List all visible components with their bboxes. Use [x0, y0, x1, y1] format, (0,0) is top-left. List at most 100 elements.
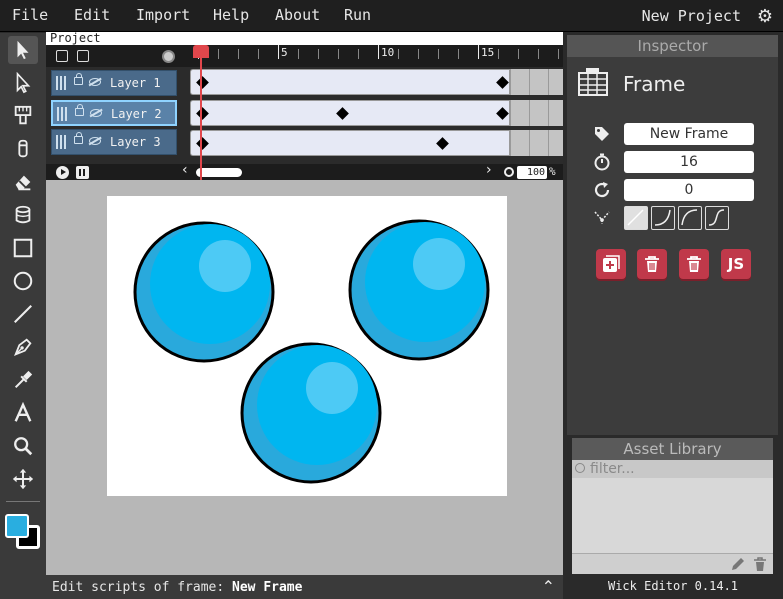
- circle-shape[interactable]: [348, 219, 490, 361]
- edit-scripts-button[interactable]: JS: [721, 249, 751, 279]
- delete-layer-button[interactable]: [77, 50, 89, 62]
- keyframe[interactable]: [336, 107, 349, 120]
- eraser-tool[interactable]: [8, 168, 38, 196]
- menu-run[interactable]: Run: [344, 6, 371, 24]
- rotate-icon: [594, 182, 610, 198]
- add-frame-button[interactable]: [596, 249, 626, 279]
- frame-span[interactable]: [190, 100, 510, 126]
- frame-name-field[interactable]: New Frame: [624, 123, 754, 145]
- menu-file[interactable]: File: [12, 6, 48, 24]
- delete-frame-button[interactable]: [637, 249, 667, 279]
- hide-eye-icon[interactable]: [89, 137, 101, 145]
- delete-button[interactable]: [679, 249, 709, 279]
- frame-track-1[interactable]: [190, 69, 563, 95]
- hide-eye-icon[interactable]: [90, 109, 102, 117]
- scroll-right-icon[interactable]: ›: [486, 162, 492, 178]
- ease-linear-button[interactable]: [624, 206, 648, 230]
- pencil-icon: [18, 139, 28, 158]
- asset-filter-input[interactable]: [590, 461, 768, 477]
- hide-eye-icon[interactable]: [89, 78, 101, 86]
- keyframe[interactable]: [436, 137, 449, 150]
- drag-handle-icon[interactable]: [56, 76, 66, 90]
- ruler-tick: [538, 49, 539, 59]
- frame-duration-field[interactable]: 16: [624, 151, 754, 173]
- circle-shape[interactable]: [240, 342, 382, 484]
- canvas-area[interactable]: [46, 180, 563, 575]
- zoom-tool[interactable]: [8, 432, 38, 460]
- empty-frames[interactable]: [510, 69, 563, 95]
- text-tool[interactable]: [8, 399, 38, 427]
- pan-tool[interactable]: [8, 465, 38, 493]
- frame-track-3[interactable]: [190, 130, 563, 156]
- rectangle-icon: [13, 238, 33, 258]
- drag-handle-icon[interactable]: [57, 107, 67, 121]
- breadcrumb-project[interactable]: Project: [50, 31, 101, 45]
- breadcrumb[interactable]: Project: [46, 31, 563, 45]
- ease-linear-icon: [627, 209, 644, 226]
- layer-row-1[interactable]: Layer 1: [51, 70, 177, 96]
- fill-bucket-tool[interactable]: [8, 201, 38, 229]
- drag-handle-icon[interactable]: [56, 135, 66, 149]
- gear-icon[interactable]: ⚙: [757, 6, 773, 27]
- scroll-left-icon[interactable]: ‹: [182, 162, 188, 178]
- frame-track-2[interactable]: [190, 100, 563, 126]
- path-cursor-tool[interactable]: [8, 69, 38, 97]
- pen-tool[interactable]: [8, 333, 38, 361]
- stage-drawing[interactable]: [107, 196, 507, 496]
- menu-edit[interactable]: Edit: [74, 6, 110, 24]
- selection-type: Frame: [623, 72, 686, 96]
- fill-color-swatch[interactable]: [5, 514, 29, 538]
- ruler-tick: [318, 49, 319, 59]
- ease-out-button[interactable]: [678, 206, 702, 230]
- trash-icon[interactable]: [753, 557, 767, 572]
- onion-skin-icon[interactable]: [162, 50, 175, 63]
- horizontal-scrollbar-thumb[interactable]: [196, 168, 242, 177]
- pause-icon[interactable]: [76, 166, 89, 179]
- playhead[interactable]: [200, 45, 202, 180]
- menu-help[interactable]: Help: [213, 6, 249, 24]
- menu-import[interactable]: Import: [136, 6, 190, 24]
- layer-row-3[interactable]: Layer 3: [51, 129, 177, 155]
- ease-in-button[interactable]: [651, 206, 675, 230]
- stage[interactable]: [107, 196, 507, 496]
- eyedropper-icon: [14, 370, 33, 389]
- frame-span[interactable]: [190, 69, 510, 95]
- ellipse-tool[interactable]: [8, 267, 38, 295]
- keyframe[interactable]: [496, 107, 509, 120]
- frame-ruler[interactable]: 5 10 15: [190, 45, 563, 67]
- rotation-field[interactable]: 0: [624, 179, 754, 201]
- cursor-tool[interactable]: [8, 36, 38, 64]
- keyframe[interactable]: [196, 76, 209, 89]
- keyframe[interactable]: [496, 76, 509, 89]
- line-tool[interactable]: [8, 300, 38, 328]
- rectangle-tool[interactable]: [8, 234, 38, 262]
- trash-icon: [645, 256, 659, 272]
- layer-name: Layer 2: [111, 107, 162, 121]
- play-icon[interactable]: [56, 166, 69, 179]
- menu-bar: File Edit Import Help About Run New Proj…: [0, 0, 783, 32]
- empty-frames[interactable]: [510, 100, 563, 126]
- ease-in-out-button[interactable]: [705, 206, 729, 230]
- lock-icon[interactable]: [74, 73, 83, 85]
- keyframe[interactable]: [196, 137, 209, 150]
- project-name[interactable]: New Project: [642, 7, 741, 25]
- frame-span[interactable]: [190, 130, 510, 156]
- brush-tool[interactable]: [8, 102, 38, 130]
- script-bar[interactable]: Edit scripts of frame: New Frame ⌃: [46, 575, 563, 599]
- pencil-icon[interactable]: [730, 557, 745, 572]
- lock-icon[interactable]: [74, 132, 83, 144]
- lock-icon[interactable]: [75, 104, 84, 116]
- add-layer-button[interactable]: [56, 50, 68, 62]
- chevron-up-icon[interactable]: ⌃: [542, 577, 555, 597]
- playhead-handle[interactable]: [193, 45, 209, 58]
- empty-frames[interactable]: [510, 130, 563, 156]
- magnifier-icon: [14, 437, 33, 456]
- timeline-zoom-field[interactable]: 100: [517, 166, 547, 179]
- keyframe[interactable]: [196, 107, 209, 120]
- circle-shape[interactable]: [133, 221, 275, 363]
- eyedropper-tool[interactable]: [8, 366, 38, 394]
- pencil-tool[interactable]: [8, 135, 38, 163]
- layer-row-2[interactable]: Layer 2: [51, 100, 177, 126]
- menu-about[interactable]: About: [275, 6, 320, 24]
- asset-library-footer: [572, 553, 773, 574]
